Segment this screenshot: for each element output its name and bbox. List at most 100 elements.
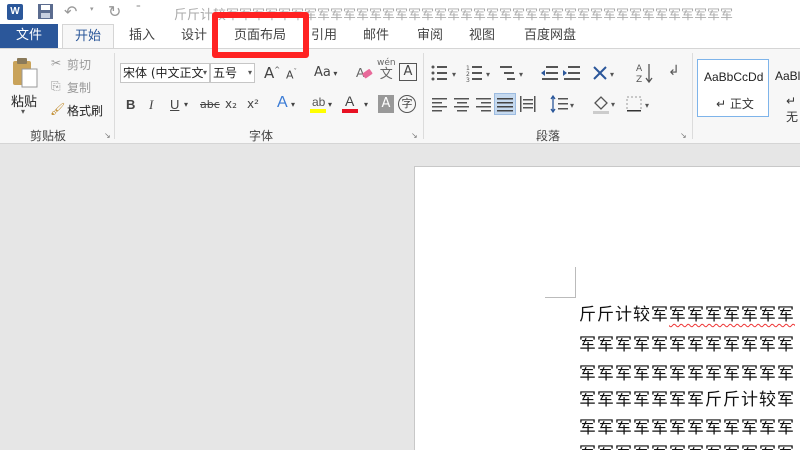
ribbon-home: 粘贴 ▾ ✂ 剪切 ⎘ 复制 🖌 格式刷 剪贴板 ↘ 宋体 (中文正文 ▾ 五号…	[0, 48, 800, 144]
svg-text:A: A	[356, 65, 365, 80]
grow-font-button[interactable]: A^	[264, 64, 280, 82]
undo-icon[interactable]: ↶	[64, 2, 86, 21]
document-line: 斤斤计较军军军军军军军军	[579, 300, 795, 325]
group-divider	[114, 53, 115, 139]
font-launcher-icon[interactable]: ↘	[411, 131, 418, 140]
document-page[interactable]: 斤斤计较军军军军军军军军 军军军军军军军军军军军军 军军军军军军军军军军军军 军…	[414, 166, 800, 450]
cut-button[interactable]: 剪切	[67, 56, 91, 73]
undo-dropdown-icon[interactable]: ▾	[90, 5, 94, 13]
font-color-letter: A	[345, 93, 355, 109]
change-case-button[interactable]: Aa ▾	[314, 65, 337, 80]
copy-icon[interactable]: ⎘	[51, 79, 61, 94]
svg-text:ab: ab	[312, 95, 326, 109]
svg-text:▾: ▾	[570, 101, 574, 110]
redo-icon[interactable]: ↻	[108, 2, 126, 21]
chevron-down-icon: ▾	[247, 68, 252, 77]
font-size-value: 五号	[213, 66, 238, 80]
format-painter-button[interactable]: 格式刷	[67, 102, 103, 119]
word-app-icon[interactable]: W	[7, 4, 23, 20]
document-line: 军军军军军军军军军军军军	[579, 335, 795, 355]
customize-toolbar-icon[interactable]: ⁼	[136, 4, 141, 14]
enclose-characters-button[interactable]: 字	[398, 95, 416, 113]
copy-button[interactable]: 复制	[67, 79, 91, 96]
highlight-box	[212, 12, 309, 58]
document-line: 军军军军军军军军军军军军	[579, 439, 795, 450]
font-size-select[interactable]: 五号 ▾	[210, 63, 255, 83]
text-effects-button[interactable]: A	[277, 94, 288, 112]
line-spacing-button[interactable]: ▾	[550, 94, 580, 114]
svg-text:▾: ▾	[645, 101, 649, 110]
increase-indent-icon[interactable]	[562, 63, 582, 83]
grow-font-label: A	[264, 64, 275, 82]
style-normal-sample: AaBbCcDd	[704, 70, 764, 84]
tab-review[interactable]: 审阅	[414, 24, 446, 48]
font-color-dropdown-icon[interactable]: ▾	[364, 100, 368, 109]
subscript-button[interactable]: x₂	[225, 97, 237, 111]
italic-button[interactable]: I	[149, 97, 153, 113]
borders-button[interactable]: ▾	[626, 95, 656, 115]
document-text-spellcheck: 军军军军军军军	[669, 305, 795, 325]
ribbon-tabs: 文件 开始 插入 设计 页面布局 引用 邮件 审阅 视图 百度网盘	[0, 24, 800, 49]
font-name-value: 宋体 (中文正文	[123, 66, 204, 80]
clear-formatting-icon[interactable]: A	[355, 63, 373, 81]
title-bar: W ↶ ▾ ↻ ⁼ 斤斤计较军军军军军军军军军军军军军军军军军军军军军军军军军军…	[0, 0, 800, 24]
highlight-color-icon[interactable]: ab	[309, 93, 327, 115]
tab-view[interactable]: 视图	[466, 24, 498, 48]
underline-button[interactable]: U	[170, 97, 179, 112]
align-center-icon[interactable]	[454, 96, 470, 112]
style-no-spacing[interactable]: AaBl ↵ 无	[770, 59, 800, 124]
character-shading-button[interactable]: A	[378, 95, 394, 113]
tab-design[interactable]: 设计	[176, 24, 212, 48]
sort-icon[interactable]: AZ	[636, 61, 654, 85]
distributed-align-icon[interactable]	[520, 96, 536, 112]
font-group-label: 字体	[249, 129, 274, 143]
cut-icon[interactable]: ✂	[51, 56, 61, 70]
paste-dropdown-icon[interactable]: ▾	[21, 107, 25, 116]
change-case-label: Aa	[314, 65, 331, 80]
paste-icon[interactable]	[10, 57, 40, 88]
shading-button[interactable]: ▾	[592, 93, 622, 115]
show-paragraph-marks-icon[interactable]: ↲	[668, 63, 680, 79]
svg-text:▾: ▾	[452, 70, 456, 79]
crop-mark	[545, 297, 576, 298]
svg-text:A: A	[636, 64, 643, 74]
paragraph-group-label: 段落	[536, 129, 561, 143]
shrink-font-button[interactable]: Aˇ	[286, 68, 297, 82]
justify-icon[interactable]	[494, 93, 516, 115]
superscript-button[interactable]: x²	[247, 97, 259, 111]
clipboard-launcher-icon[interactable]: ↘	[104, 131, 111, 140]
phonetic-guide-button[interactable]: wén 文	[377, 59, 396, 82]
align-right-icon[interactable]	[476, 96, 492, 112]
font-name-select[interactable]: 宋体 (中文正文 ▾	[120, 63, 210, 83]
shrink-font-label: A	[286, 68, 294, 82]
bullets-button[interactable]: ▾	[430, 63, 470, 83]
svg-text:3: 3	[466, 77, 470, 83]
decrease-indent-icon[interactable]	[540, 63, 560, 83]
chinese-layout-button[interactable]: ▾	[592, 63, 622, 83]
highlight-dropdown-icon[interactable]: ▾	[328, 100, 332, 109]
tab-mailings[interactable]: 邮件	[360, 24, 392, 48]
svg-text:▾: ▾	[486, 70, 490, 79]
align-left-icon[interactable]	[432, 96, 448, 112]
strikethrough-button[interactable]: abc	[200, 98, 220, 111]
tab-home[interactable]: 开始	[62, 24, 114, 49]
paragraph-launcher-icon[interactable]: ↘	[680, 131, 687, 140]
style-normal[interactable]: AaBbCcDd ↵ 正文	[697, 59, 769, 117]
save-icon[interactable]	[37, 3, 54, 20]
underline-dropdown-icon[interactable]: ▾	[184, 100, 188, 109]
text-effects-dropdown-icon[interactable]: ▾	[291, 100, 295, 109]
bold-button[interactable]: B	[126, 97, 135, 112]
tab-baidu-netdisk[interactable]: 百度网盘	[518, 24, 582, 48]
tab-references[interactable]: 引用	[308, 24, 340, 48]
clipboard-group-label: 剪贴板	[30, 129, 67, 143]
tab-file[interactable]: 文件	[0, 24, 58, 48]
chevron-down-icon: ▾	[202, 68, 207, 77]
tab-insert[interactable]: 插入	[124, 24, 160, 48]
character-border-button[interactable]: A	[399, 63, 417, 81]
document-text: 斤斤计较军	[579, 305, 669, 325]
group-divider	[692, 53, 693, 139]
format-painter-icon[interactable]: 🖌	[50, 102, 65, 116]
style-normal-name: ↵ 正文	[716, 97, 754, 111]
multilevel-list-button[interactable]: ▾	[500, 63, 540, 83]
crop-mark	[575, 267, 576, 297]
